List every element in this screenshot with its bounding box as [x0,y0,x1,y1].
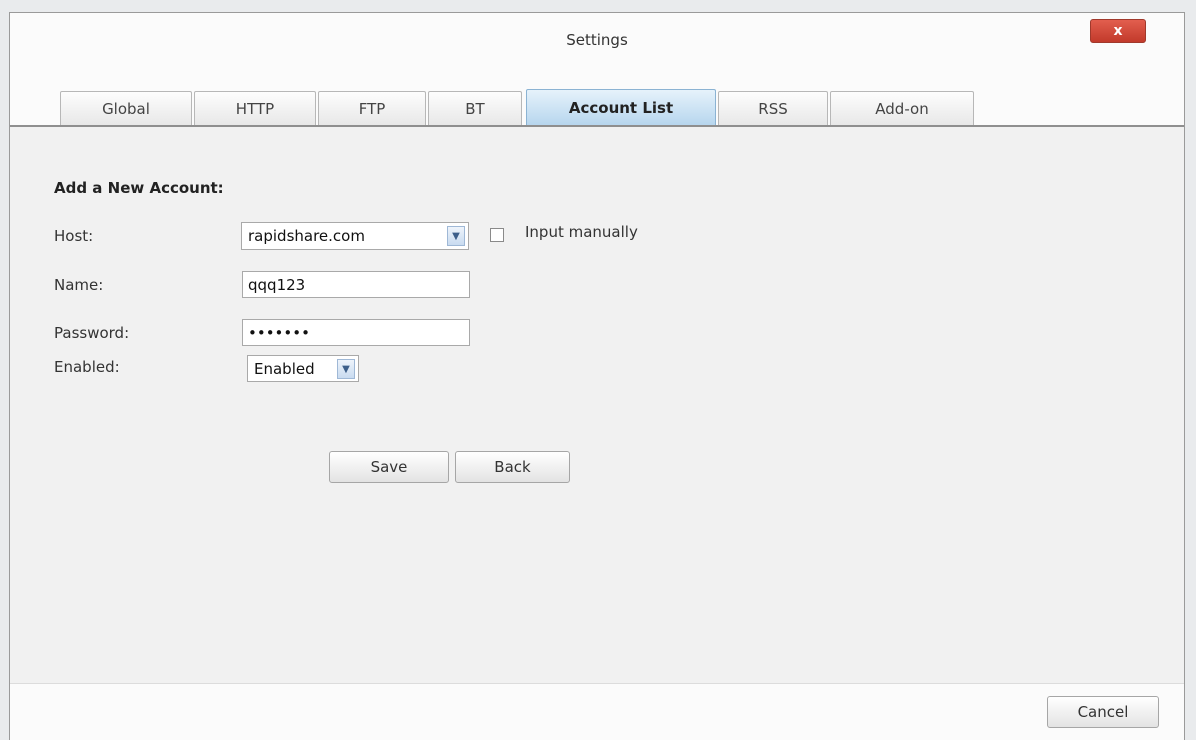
tab-global[interactable]: Global [60,91,192,125]
input-manually-checkbox[interactable] [490,228,504,242]
input-manually-label: Input manually [525,223,638,241]
tab-rss[interactable]: RSS [718,91,828,125]
tab-account-list[interactable]: Account List [526,89,716,125]
tab-label: RSS [758,99,788,118]
password-label: Password: [54,324,130,342]
cancel-button[interactable]: Cancel [1047,696,1159,728]
tab-label: Account List [568,98,674,117]
password-field[interactable]: ••••••• [242,319,470,346]
name-field[interactable]: qqq123 [242,271,470,298]
close-button[interactable]: x [1090,19,1146,43]
tab-label: HTTP [235,99,275,118]
tab-label: FTP [358,99,386,118]
host-label: Host: [54,227,94,245]
chevron-down-icon: ▼ [447,226,465,246]
host-select[interactable]: rapidshare.com ▼ [241,222,469,250]
chevron-down-icon: ▼ [337,359,355,379]
tab-add-on[interactable]: Add-on [830,91,974,125]
dialog-title: Settings [566,31,628,49]
tab-bt[interactable]: BT [428,91,522,125]
name-field-value: qqq123 [248,275,306,294]
cancel-button-label: Cancel [1077,703,1129,721]
settings-dialog: Settings x Global HTTP FTP BT Account Li… [9,12,1185,740]
save-button[interactable]: Save [329,451,449,483]
host-select-value: rapidshare.com [248,227,365,245]
account-form-panel: Add a New Account: Host: rapidshare.com … [10,127,1184,683]
tab-label: Add-on [875,99,929,118]
back-button[interactable]: Back [455,451,570,483]
password-field-value: ••••••• [248,323,310,342]
dialog-titlebar: Settings x [10,13,1184,70]
dialog-footer: Cancel [10,683,1184,740]
enabled-label: Enabled: [54,358,120,376]
save-button-label: Save [370,458,408,476]
tab-ftp[interactable]: FTP [318,91,426,125]
tab-label: BT [465,99,485,118]
close-icon: x [1113,23,1123,39]
tab-strip: Global HTTP FTP BT Account List RSS Add-… [10,69,1184,127]
enabled-select[interactable]: Enabled ▼ [247,355,359,382]
name-label: Name: [54,276,104,294]
tab-label: Global [102,99,150,118]
enabled-select-value: Enabled [254,359,315,378]
tab-http[interactable]: HTTP [194,91,316,125]
back-button-label: Back [494,458,531,476]
section-title: Add a New Account: [54,179,224,197]
